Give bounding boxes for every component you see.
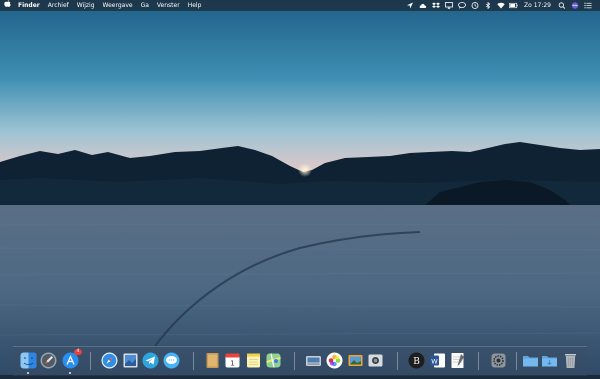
desktop-wallpaper xyxy=(0,0,600,375)
dock-divider xyxy=(90,352,91,370)
notes-icon[interactable] xyxy=(245,352,262,369)
notefile-icon[interactable] xyxy=(204,352,221,369)
airplay-icon[interactable] xyxy=(444,2,453,9)
siri-icon[interactable] xyxy=(570,2,579,9)
dock: 4 1 B W xyxy=(13,346,587,376)
svg-text:B: B xyxy=(413,357,420,367)
textedit-icon[interactable] xyxy=(449,352,466,369)
menu-finder[interactable]: Finder xyxy=(14,0,44,11)
menu-weergave[interactable]: Weergave xyxy=(99,0,137,11)
launchpad-icon[interactable] xyxy=(40,352,57,369)
svg-text:W: W xyxy=(431,357,438,365)
running-indicator xyxy=(69,372,71,374)
messages-icon[interactable] xyxy=(163,352,180,369)
dock-divider xyxy=(516,352,517,370)
bbedit-icon[interactable]: B xyxy=(408,352,425,369)
clock[interactable]: Zo 17:29 xyxy=(520,0,555,11)
trash-icon[interactable] xyxy=(562,352,579,369)
messages-icon[interactable] xyxy=(457,2,466,9)
menu-bar: Finder Archief Wijzig Weergave Ga Venste… xyxy=(0,0,600,11)
wifi-icon[interactable] xyxy=(496,2,505,9)
dock-divider xyxy=(294,352,295,370)
telegram-icon[interactable] xyxy=(142,352,159,369)
word-icon[interactable]: W xyxy=(429,352,446,369)
photo-slideshow-icon[interactable] xyxy=(347,352,364,369)
image-capture-icon[interactable] xyxy=(305,352,322,369)
dock-divider xyxy=(397,352,398,370)
dock-divider xyxy=(193,352,194,370)
spotlight-icon[interactable] xyxy=(557,2,566,9)
time-machine-icon[interactable] xyxy=(470,2,479,9)
maps-icon[interactable] xyxy=(265,352,282,369)
svg-text:1: 1 xyxy=(230,360,234,368)
status-area: Zo 17:29 xyxy=(403,0,600,11)
apple-menu-icon[interactable] xyxy=(0,0,14,12)
menu-wijzig[interactable]: Wijzig xyxy=(73,0,99,11)
finder-icon[interactable] xyxy=(20,352,37,369)
notification-center-icon[interactable] xyxy=(583,2,592,9)
downloads-folder-icon[interactable] xyxy=(541,352,558,369)
dock-divider xyxy=(478,352,479,370)
menu-help[interactable]: Help xyxy=(184,0,206,11)
dropbox-icon[interactable] xyxy=(431,2,440,9)
system-preferences-icon[interactable] xyxy=(490,352,507,369)
running-indicator xyxy=(27,372,29,374)
preview-icon[interactable] xyxy=(122,352,139,369)
location-icon[interactable] xyxy=(405,2,414,9)
calendar-icon[interactable]: 1 xyxy=(224,352,241,369)
battery-icon[interactable] xyxy=(509,2,518,9)
menu-ga[interactable]: Ga xyxy=(137,0,153,11)
photos-icon[interactable] xyxy=(326,352,343,369)
menu-venster[interactable]: Venster xyxy=(153,0,184,11)
safari-icon[interactable] xyxy=(101,352,118,369)
bluetooth-icon[interactable] xyxy=(483,2,492,9)
applications-folder-icon[interactable] xyxy=(522,352,539,369)
menu-archief[interactable]: Archief xyxy=(44,0,73,11)
cloud-icon[interactable] xyxy=(418,2,427,9)
screenshot-utility-icon[interactable] xyxy=(367,352,384,369)
app-store-icon[interactable]: 4 xyxy=(62,352,79,369)
app-store-badge: 4 xyxy=(74,349,82,355)
